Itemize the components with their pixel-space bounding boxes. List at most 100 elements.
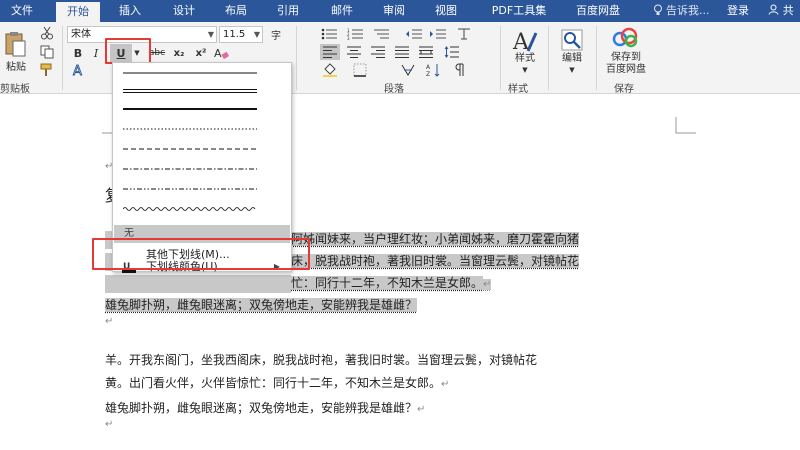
save-group-label: 保存: [614, 84, 634, 95]
justify-icon: [394, 46, 410, 58]
outdent-icon: [405, 28, 423, 40]
cut-button[interactable]: [38, 24, 56, 42]
body-line-5[interactable]: 羊。开我东阁门，坐我西阁床，脱我战时袍，著我旧时裳。当窗理云鬓，对镜帖花: [105, 349, 537, 371]
clear-formatting-button[interactable]: A: [212, 44, 230, 62]
underline-option-wave[interactable]: [123, 205, 257, 213]
svg-text:A: A: [512, 30, 530, 55]
group-separator: [596, 26, 597, 90]
styles-gallery-button[interactable]: A: [508, 26, 542, 56]
body-line-6[interactable]: 黄。出门看火伴，火伴皆惊忙：同行十二年，不知木兰是女郎。↵: [105, 372, 449, 396]
underline-option-dashed[interactable]: [123, 145, 257, 153]
share-label: 共: [782, 4, 794, 17]
body-line-7[interactable]: 雄兔脚扑朔，雌兔眼迷离；双兔傍地走，安能辨我是雄雌？↵: [105, 397, 425, 421]
eraser-icon: A: [213, 46, 229, 60]
group-separator: [548, 26, 549, 90]
underline-option-double[interactable]: [123, 87, 257, 95]
tab-insert[interactable]: 插入: [108, 0, 152, 22]
svg-text:3: 3: [347, 36, 350, 40]
line-spacing-button[interactable]: [442, 44, 462, 60]
svg-text:Z: Z: [426, 71, 430, 77]
decrease-indent-button[interactable]: [404, 26, 424, 42]
multilevel-list-button[interactable]: [372, 26, 392, 42]
save-baidu-line1: 保存到: [611, 52, 641, 63]
tab-references[interactable]: 引用: [266, 0, 310, 22]
save-to-baidu-button[interactable]: [608, 26, 642, 50]
underline-option-thick[interactable]: [123, 105, 257, 113]
tab-pdf-tools[interactable]: PDF工具集: [484, 0, 554, 22]
numbered-list-icon: 123: [347, 28, 365, 40]
chevron-down-icon: ▼: [253, 30, 260, 39]
tell-me-label: 告诉我...: [666, 4, 710, 17]
tab-baidu-netdisk[interactable]: 百度网盘: [566, 0, 630, 22]
tell-me-search[interactable]: 告诉我...: [644, 0, 718, 22]
tab-file[interactable]: 文件: [0, 0, 44, 22]
increase-indent-button[interactable]: [428, 26, 448, 42]
login-button[interactable]: 登录: [720, 0, 756, 22]
selected-text: 忙：同行十二年，不知木兰是女郎。: [291, 276, 484, 290]
tab-mailings[interactable]: 邮件: [320, 0, 364, 22]
align-left-button[interactable]: [320, 44, 340, 60]
save-baidu-line2: 百度网盘: [606, 64, 646, 75]
underline-highlight-box: [105, 38, 151, 64]
chinese-layout-button[interactable]: [454, 26, 474, 42]
indent-icon: [429, 28, 447, 40]
distributed-button[interactable]: [416, 44, 436, 60]
paste-button[interactable]: [0, 28, 30, 60]
show-formatting-button[interactable]: [450, 62, 470, 78]
selected-line-4[interactable]: 雄兔脚扑朔，雌兔眼迷离；双兔傍地走，安能辨我是雄雌？: [105, 294, 418, 316]
borders-button[interactable]: [350, 62, 370, 78]
ribbon-tab-bar: 文件 开始 插入 设计 布局 引用 邮件 审阅 视图 PDF工具集 百度网盘 告…: [0, 0, 800, 22]
justify-button[interactable]: [392, 44, 412, 60]
tab-home[interactable]: 开始: [56, 2, 100, 22]
copy-icon: [40, 45, 54, 59]
superscript-button[interactable]: x²: [192, 44, 210, 62]
underline-option-dash-dot-dot[interactable]: [123, 185, 257, 193]
format-painter-button[interactable]: [38, 62, 56, 78]
numbering-button[interactable]: 123: [346, 26, 366, 42]
svg-text:A: A: [73, 64, 82, 77]
lightbulb-icon: [653, 4, 667, 17]
sort-button[interactable]: AZ: [424, 62, 444, 78]
styles-button-label: 样式: [515, 53, 535, 64]
more-underlines-highlight-box: [92, 238, 310, 270]
bullets-button[interactable]: [320, 26, 340, 42]
tab-view[interactable]: 视图: [424, 0, 468, 22]
paint-bucket-icon: [322, 63, 338, 77]
italic-button[interactable]: I: [88, 44, 104, 62]
selected-line-3[interactable]: 忙：同行十二年，不知木兰是女郎。↵: [105, 272, 492, 296]
underline-option-dash-dot[interactable]: [123, 165, 257, 173]
text-effects-button[interactable]: A: [70, 62, 88, 78]
phonetic-guide-button[interactable]: 字: [266, 26, 286, 43]
share-button[interactable]: 共: [762, 0, 800, 22]
chevron-down-icon: ▼: [522, 66, 528, 74]
asian-typography-button[interactable]: [398, 62, 418, 78]
paragraph-mark: ↵: [105, 316, 114, 327]
sort-icon: [400, 63, 416, 77]
group-separator: [296, 26, 297, 90]
paragraph-mark: ↵: [417, 404, 426, 415]
shading-button[interactable]: [320, 62, 340, 78]
distributed-align-icon: [418, 46, 434, 58]
text-direction-icon: [456, 27, 472, 41]
tab-review[interactable]: 审阅: [372, 0, 416, 22]
styles-icon: A: [511, 27, 539, 55]
align-right-icon: [370, 46, 386, 58]
font-size-value: 11.5: [223, 29, 246, 40]
editing-button[interactable]: [556, 26, 588, 54]
tab-layout[interactable]: 布局: [214, 0, 258, 22]
bold-button[interactable]: B: [70, 44, 86, 62]
underline-option-dotted[interactable]: [123, 125, 257, 133]
clipboard-group-label: 剪贴板: [0, 84, 30, 95]
copy-button[interactable]: [38, 43, 56, 61]
subscript-button[interactable]: x₂: [170, 44, 188, 62]
paste-label: 粘贴: [6, 62, 26, 73]
font-size-combo[interactable]: 11.5 ▼: [219, 26, 263, 43]
styles-group-label: 样式: [508, 84, 528, 95]
user-icon: [768, 4, 783, 17]
underline-option-single[interactable]: [123, 69, 257, 77]
tab-design[interactable]: 设计: [162, 0, 206, 22]
align-center-button[interactable]: [344, 44, 364, 60]
align-right-button[interactable]: [368, 44, 388, 60]
bullet-list-icon: [321, 28, 339, 40]
text-effects-icon: A: [71, 63, 87, 77]
